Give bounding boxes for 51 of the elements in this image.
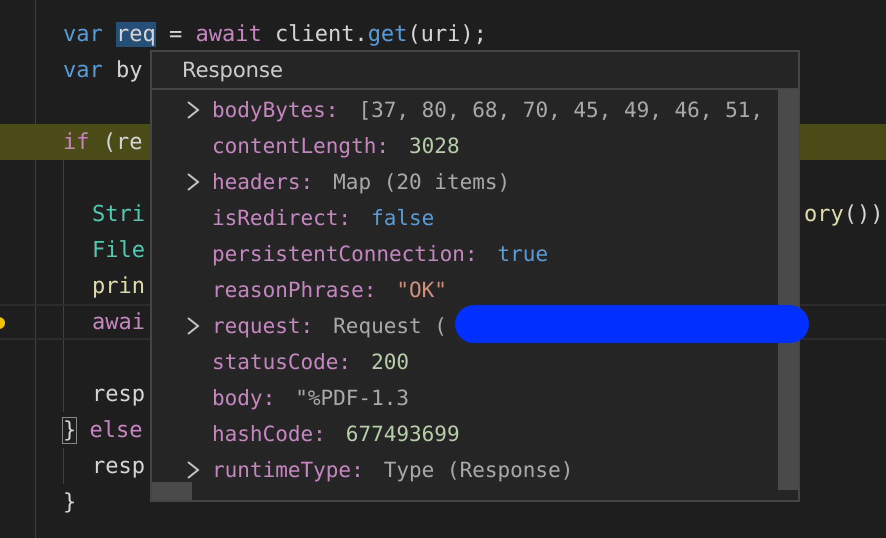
property-value: Type (Response) — [384, 458, 574, 482]
scrollbar-thumb[interactable] — [778, 90, 798, 490]
code-token: = — [168, 22, 184, 46]
property-value: [37, 80, 68, 70, 45, 49, 46, 51, — [358, 98, 764, 122]
code-token: if — [63, 130, 90, 154]
property-key: bodyBytes: — [212, 98, 338, 122]
code-token: await — [195, 22, 262, 46]
scrollbar-thumb[interactable] — [152, 482, 192, 500]
code-token: client. — [274, 22, 368, 46]
code-token: get — [368, 22, 408, 46]
property-value: 3028 — [409, 134, 460, 158]
property-value: false — [371, 206, 434, 230]
property-key: body: — [212, 386, 276, 410]
chevron-icon[interactable] — [186, 173, 200, 191]
property-value: "OK" — [396, 278, 447, 302]
code-token: File — [92, 238, 145, 262]
code-token: (uri); — [407, 22, 487, 46]
code-token: else — [88, 418, 142, 442]
property-value: Map (20 items) — [333, 170, 510, 194]
code-token: by — [114, 58, 142, 82]
code-token: ()) — [844, 202, 884, 226]
property-value: true — [498, 242, 548, 266]
property-key: isRedirect: — [212, 206, 352, 230]
popup-title: Response — [152, 52, 798, 90]
property-value: 677493699 — [346, 422, 460, 446]
code-token: Stri — [92, 202, 145, 226]
property-value: "%PDF-1.3 — [295, 386, 410, 410]
property-key: reasonPhrase: — [212, 278, 376, 302]
property-value: Request ( — [333, 314, 447, 338]
code-token: var — [63, 58, 103, 82]
code-token: (re — [102, 130, 142, 154]
code-token: prin — [92, 274, 145, 298]
property-key: headers: — [212, 170, 314, 194]
code-token: } — [63, 490, 76, 514]
property-key: runtimeType: — [212, 458, 364, 482]
code-token: var — [63, 22, 104, 46]
code-token: ory — [804, 202, 844, 226]
code-token: awai — [92, 310, 145, 334]
property-value: 200 — [371, 350, 410, 374]
property-key: contentLength: — [212, 134, 390, 158]
property-key: hashCode: — [212, 422, 326, 446]
code-token: } — [63, 418, 76, 442]
code-token: resp — [92, 454, 145, 478]
property-key: request: — [212, 314, 314, 338]
code-token: resp — [92, 382, 145, 406]
chevron-icon[interactable] — [186, 317, 200, 335]
property-key: statusCode: — [212, 350, 352, 374]
chevron-icon[interactable] — [186, 101, 200, 119]
code-token: req — [116, 22, 156, 46]
property-key: persistentConnection: — [212, 242, 478, 266]
chevron-icon[interactable] — [186, 461, 200, 479]
